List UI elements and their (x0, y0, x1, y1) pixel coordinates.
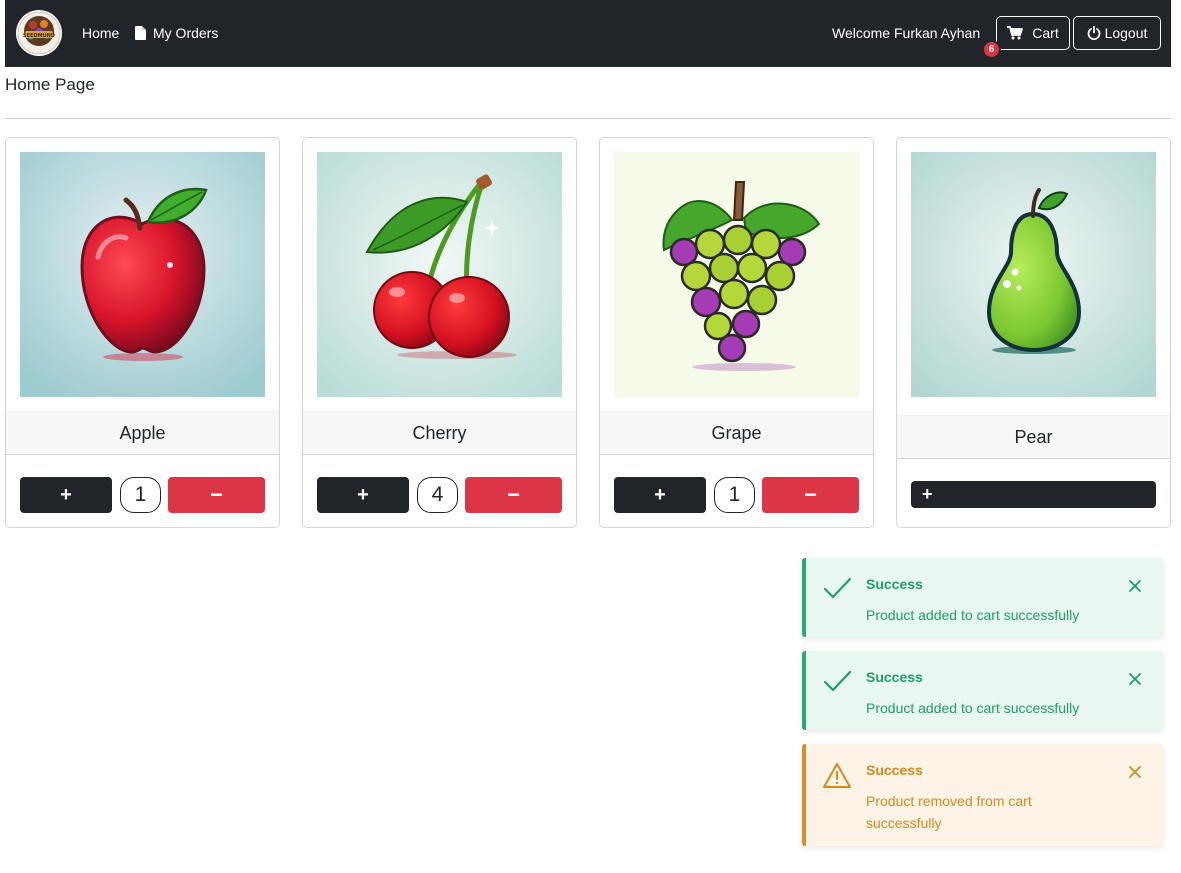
logo-wordmark: SEEDMUND (23, 33, 55, 39)
divider (5, 118, 1171, 119)
cart-count-badge: 6 (982, 40, 1001, 59)
product-name-apple: Apple (6, 411, 279, 455)
quantity-grape: 1 (714, 477, 755, 513)
cart-icon (1007, 26, 1024, 40)
toast-success-1: Success Product added to cart successful… (802, 558, 1163, 637)
cart-button[interactable]: Cart (996, 16, 1070, 50)
quantity-apple: 1 (120, 477, 161, 513)
power-icon (1087, 26, 1100, 40)
add-grape-button[interactable]: + (614, 477, 706, 513)
product-card-apple: Apple + 1 − (5, 137, 280, 528)
product-name-pear: Pear (897, 415, 1170, 459)
add-pear-button[interactable]: + (911, 481, 1156, 508)
check-icon (823, 577, 852, 599)
cart-label: Cart (1032, 25, 1059, 41)
remove-cherry-button[interactable]: − (465, 477, 562, 513)
close-icon[interactable] (1128, 672, 1142, 686)
remove-apple-button[interactable]: − (168, 477, 265, 513)
product-image-pear (911, 152, 1156, 397)
product-name-grape: Grape (600, 411, 873, 455)
nav-home-link[interactable]: Home (82, 24, 119, 42)
product-image-grape (614, 152, 859, 397)
toast-warning-3: Success Product removed from cart succes… (802, 744, 1163, 846)
brand-logo[interactable]: SEEDMUND (16, 10, 62, 56)
toast-title: Success (866, 762, 923, 778)
document-icon (135, 26, 146, 40)
welcome-text: Welcome Furkan Ayhan (832, 25, 981, 41)
product-name-cherry: Cherry (303, 411, 576, 455)
nav-my-orders-link[interactable]: My Orders (135, 24, 218, 42)
warning-icon (823, 763, 851, 788)
logout-label: Logout (1104, 25, 1148, 41)
remove-grape-button[interactable]: − (762, 477, 859, 513)
toast-message: Product removed from cart successfully (866, 793, 1032, 831)
toast-message: Product added to cart successfully (866, 607, 1080, 623)
product-image-cherry (317, 152, 562, 397)
page-title: Home Page (5, 75, 95, 94)
toast-message: Product added to cart successfully (866, 700, 1080, 716)
quantity-cherry: 4 (417, 477, 458, 513)
toast-success-2: Success Product added to cart successful… (802, 651, 1163, 730)
nav-home-label: Home (82, 25, 120, 41)
check-icon (823, 670, 852, 692)
toast-title: Success (866, 576, 923, 592)
product-card-pear: Pear + (896, 137, 1171, 528)
product-card-grape: Grape + 1 − (599, 137, 874, 528)
product-image-apple (20, 152, 265, 397)
close-icon[interactable] (1128, 765, 1142, 779)
toast-title: Success (866, 669, 923, 685)
logout-button[interactable]: Logout (1073, 16, 1161, 50)
product-card-cherry: Cherry + 4 − (302, 137, 577, 528)
close-icon[interactable] (1128, 579, 1142, 593)
nav-my-orders-label: My Orders (153, 25, 219, 41)
add-cherry-button[interactable]: + (317, 477, 409, 513)
add-apple-button[interactable]: + (20, 477, 112, 513)
